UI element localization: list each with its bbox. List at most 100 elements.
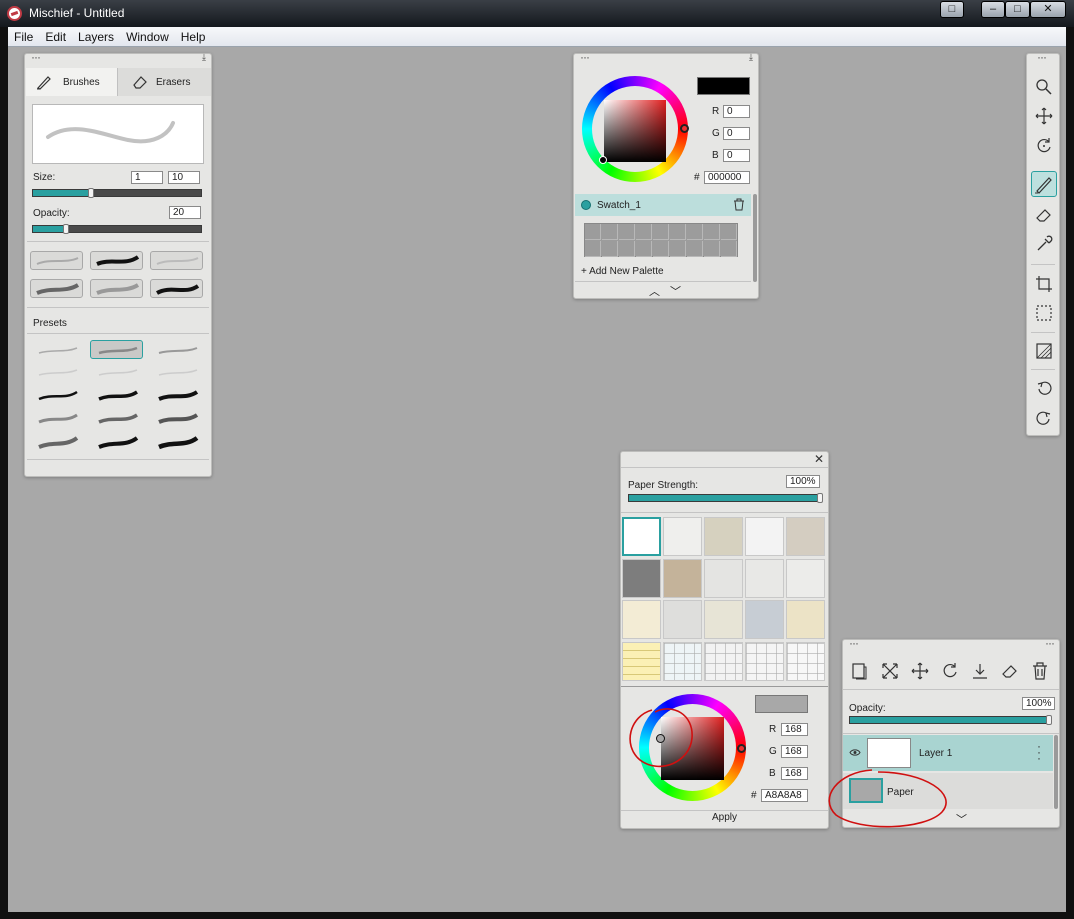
paper-texture-tile[interactable] <box>786 517 825 556</box>
trash-icon[interactable] <box>733 198 745 211</box>
dock-icon[interactable]: ⤓ <box>749 52 753 63</box>
maximize-button[interactable]: □ <box>1005 1 1030 18</box>
preset-item[interactable] <box>30 408 83 427</box>
paper-texture-tile[interactable] <box>622 641 661 681</box>
paper-strength-knob[interactable] <box>817 493 823 503</box>
panel-drag-handle[interactable]: ··· ··· <box>843 636 1059 652</box>
rotate-layer-icon[interactable] <box>941 662 959 680</box>
swatch-cell[interactable] <box>636 240 652 257</box>
panel-drag-handle[interactable]: ··· ⤓ <box>25 50 211 66</box>
layer-opacity-knob[interactable] <box>1046 715 1052 725</box>
paper-color-wheel[interactable] <box>639 694 746 801</box>
paper-red-input[interactable]: 168 <box>781 723 808 736</box>
layer-opacity-input[interactable]: 100% <box>1022 697 1055 710</box>
paper-texture-tile[interactable] <box>704 517 743 556</box>
preset-item[interactable] <box>90 340 143 359</box>
menu-file[interactable]: File <box>8 27 39 44</box>
size-slider-knob[interactable] <box>87 188 94 198</box>
size-max-input[interactable]: 10 <box>168 171 200 184</box>
red-input[interactable]: 0 <box>723 105 750 118</box>
tab-erasers[interactable]: Erasers <box>118 68 211 96</box>
hex-input[interactable]: 000000 <box>704 171 750 184</box>
brush-type-button[interactable] <box>90 251 143 270</box>
size-slider[interactable] <box>32 188 202 198</box>
paper-texture-tile[interactable] <box>663 600 702 639</box>
paper-texture-tile[interactable] <box>622 558 661 598</box>
dock-icon[interactable]: ⤓ <box>202 52 206 63</box>
layer-row[interactable]: Layer 1 · · · <box>843 735 1053 771</box>
color-picker-handle[interactable] <box>599 156 607 164</box>
eyedropper-icon[interactable] <box>1035 235 1053 253</box>
chevron-down-icon[interactable]: ﹀ <box>956 811 967 827</box>
swatch-cell[interactable] <box>704 240 720 257</box>
layer-opacity-slider[interactable] <box>849 715 1052 725</box>
eraser-icon[interactable] <box>1035 206 1053 224</box>
clear-layer-icon[interactable] <box>1001 662 1019 680</box>
menu-window[interactable]: Window <box>120 27 175 44</box>
menu-help[interactable]: Help <box>175 27 212 44</box>
swatch-cell[interactable] <box>619 224 635 240</box>
paper-strength-slider[interactable] <box>628 493 823 503</box>
preset-item[interactable] <box>30 432 83 451</box>
paper-texture-icon[interactable] <box>1035 342 1053 360</box>
paper-texture-tile[interactable] <box>786 641 825 681</box>
preset-item[interactable] <box>150 340 203 359</box>
brush-type-button[interactable] <box>150 251 203 270</box>
close-icon[interactable]: ✕ <box>814 452 824 466</box>
swatch-cell[interactable] <box>670 240 686 257</box>
paper-texture-tile[interactable] <box>622 600 661 639</box>
move-icon[interactable] <box>1035 107 1053 125</box>
layer-row[interactable]: Paper <box>843 773 1053 809</box>
opacity-input[interactable]: 20 <box>169 206 201 219</box>
redo-icon[interactable] <box>1035 410 1053 428</box>
saturation-value-square[interactable] <box>604 100 666 162</box>
preset-item[interactable] <box>90 362 143 381</box>
add-palette-button[interactable]: + Add New Palette <box>581 266 664 277</box>
brush-type-button[interactable] <box>30 251 83 270</box>
eye-icon[interactable] <box>849 748 861 757</box>
swatch-cell[interactable] <box>636 224 652 240</box>
brush-tool-button[interactable] <box>1031 171 1057 197</box>
paper-saturation-value-square[interactable] <box>661 717 724 780</box>
blue-input[interactable]: 0 <box>723 149 750 162</box>
paper-texture-tile[interactable] <box>704 558 743 598</box>
swatch-cell[interactable] <box>602 240 618 257</box>
paper-texture-tile[interactable] <box>663 517 702 556</box>
paper-texture-tile[interactable] <box>704 641 743 681</box>
swatch-header[interactable]: Swatch_1 <box>575 194 751 216</box>
green-input[interactable]: 0 <box>723 127 750 140</box>
swatch-cell[interactable] <box>653 240 669 257</box>
swatch-cell[interactable] <box>670 224 686 240</box>
preset-item[interactable] <box>150 385 203 404</box>
minimize-button[interactable]: – <box>981 1 1005 18</box>
color-wheel[interactable] <box>582 76 689 182</box>
swatch-cell[interactable] <box>721 224 737 240</box>
marquee-select-icon[interactable] <box>1035 304 1053 322</box>
brush-type-button[interactable] <box>150 279 203 298</box>
swatch-cell[interactable] <box>704 224 720 240</box>
swatch-cell[interactable] <box>585 224 601 240</box>
swatch-cell[interactable] <box>721 240 737 257</box>
undo-icon[interactable] <box>1035 380 1053 398</box>
preset-item[interactable] <box>90 408 143 427</box>
menu-edit[interactable]: Edit <box>39 27 72 44</box>
paper-texture-tile[interactable] <box>745 517 784 556</box>
preset-item[interactable] <box>150 432 203 451</box>
paper-texture-tile[interactable] <box>786 558 825 598</box>
paper-texture-tile[interactable] <box>745 641 784 681</box>
scrollbar[interactable] <box>1054 735 1058 809</box>
paper-green-input[interactable]: 168 <box>781 745 808 758</box>
chevron-up-icon[interactable]: ︿ <box>649 283 660 299</box>
scrollbar[interactable] <box>753 194 757 282</box>
panel-menu-icon[interactable]: ··· <box>1045 636 1055 650</box>
preset-item[interactable] <box>30 385 83 404</box>
opacity-slider-knob[interactable] <box>62 224 69 234</box>
paper-texture-tile[interactable] <box>704 600 743 639</box>
paper-texture-tile[interactable] <box>745 600 784 639</box>
preset-item[interactable] <box>90 432 143 451</box>
paper-blue-input[interactable]: 168 <box>781 767 808 780</box>
close-window-button[interactable]: ✕ <box>1030 1 1066 18</box>
menu-layers[interactable]: Layers <box>72 27 120 44</box>
paper-texture-tile[interactable] <box>663 558 702 598</box>
paper-color-picker-handle[interactable] <box>656 734 665 743</box>
